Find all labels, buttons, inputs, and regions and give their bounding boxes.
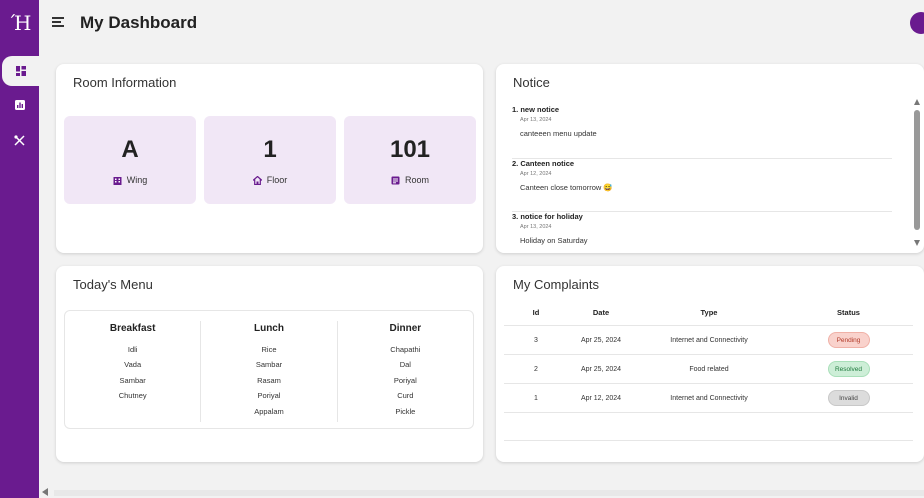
menu-column-heading: Lunch	[253, 323, 284, 334]
column-header-date: Date	[592, 308, 610, 317]
column-header-id: Id	[532, 308, 540, 317]
complaints-table: Id Date Type Status 3 Apr 25, 2024 Inter…	[504, 300, 913, 441]
notice-card: Notice 1. new notice Apr 13, 2024 cantee…	[496, 64, 924, 253]
notice-date: Apr 13, 2024	[520, 224, 552, 230]
todays-menu-card: Today's Menu Breakfast Idli Vada Sambar …	[56, 266, 483, 462]
status-badge: Resolved	[827, 361, 870, 377]
scroll-down-arrow-icon[interactable]	[914, 240, 920, 246]
scroll-left-arrow-icon[interactable]	[42, 488, 48, 496]
sidebar-item-dashboard[interactable]	[2, 56, 39, 86]
sidebar: Ή	[0, 0, 39, 498]
complaint-type: Internet and Connectivity	[670, 336, 748, 344]
table-row[interactable]: 3 Apr 25, 2024 Internet and Connectivity…	[504, 326, 913, 355]
menu-item: Poriyal	[257, 391, 281, 401]
horizontal-scrollbar[interactable]	[54, 490, 924, 496]
notice-list: 1. new notice Apr 13, 2024 canteeen menu…	[512, 105, 892, 253]
complaint-type: Internet and Connectivity	[670, 394, 748, 402]
notice-title: 2. Canteen notice	[512, 158, 575, 168]
complaint-date: Apr 25, 2024	[580, 336, 622, 344]
wing-value: A	[121, 136, 139, 163]
building-icon	[113, 176, 122, 185]
notice-title: 3. notice for holiday	[512, 212, 583, 221]
status-badge: Invalid	[827, 390, 870, 406]
complaint-date: Apr 12, 2024	[580, 394, 622, 402]
notice-body: Canteen close tomorrow 😅	[520, 182, 613, 192]
top-bar: My Dashboard	[39, 0, 924, 50]
menu-column-heading: Dinner	[389, 323, 422, 334]
notice-item[interactable]: 3. notice for holiday Apr 13, 2024 Holid…	[512, 212, 892, 253]
home-icon	[252, 175, 262, 185]
vertical-scrollbar[interactable]	[914, 110, 920, 230]
menu-column-breakfast: Breakfast Idli Vada Sambar Chutney	[65, 311, 200, 428]
menu-item: Chutney	[118, 391, 147, 401]
complaint-id: 2	[534, 365, 538, 373]
complaints-card-title: My Complaints	[513, 277, 599, 292]
menu-column-heading: Breakfast	[109, 323, 156, 334]
utensils-icon	[14, 134, 25, 146]
menu-item: Pickle	[395, 406, 416, 416]
table-header-row: Id Date Type Status	[504, 300, 913, 326]
menu-column-lunch: Lunch Rice Sambar Rasam Poriyal Appalam	[200, 321, 336, 422]
notice-body: canteeen menu update	[520, 129, 597, 138]
wing-label: Wing	[126, 175, 148, 185]
floor-value: 1	[263, 136, 277, 163]
column-header-type: Type	[700, 308, 718, 317]
notice-item[interactable]: 2. Canteen notice Apr 12, 2024 Canteen c…	[512, 158, 892, 212]
notice-body: Holiday on Saturday	[520, 236, 588, 245]
complaint-date: Apr 25, 2024	[580, 365, 622, 373]
room-tile: 101 Room	[344, 116, 476, 204]
room-information-card: Room Information A Wing 1 Floor 101 Room	[56, 64, 483, 253]
dashboard-icon	[15, 66, 26, 76]
menu-item: Chapathi	[390, 345, 421, 354]
room-card-title: Room Information	[73, 75, 177, 90]
page-title: My Dashboard	[80, 13, 198, 32]
room-value: 101	[389, 136, 431, 163]
wing-tile: A Wing	[64, 116, 196, 204]
notice-date: Apr 12, 2024	[520, 170, 552, 177]
status-badge: Pending	[827, 332, 870, 348]
notice-title: 1. new notice	[512, 105, 560, 114]
menu-table: Breakfast Idli Vada Sambar Chutney Lunch…	[64, 310, 474, 429]
sidebar-item-menu[interactable]	[0, 125, 39, 155]
app-logo: Ή	[10, 11, 32, 35]
menu-item: Dal	[399, 360, 411, 370]
column-header-status: Status	[837, 308, 860, 317]
menu-item: Curd	[397, 391, 414, 401]
floor-tile: 1 Floor	[204, 116, 336, 204]
floor-label: Floor	[266, 175, 288, 185]
complaint-id: 3	[534, 336, 538, 344]
avatar[interactable]	[910, 12, 924, 34]
menu-item: Rice	[261, 345, 277, 354]
table-footer-row	[504, 413, 913, 441]
menu-item: Idli	[127, 345, 138, 354]
room-icon	[391, 176, 400, 184]
menu-item: Vada	[124, 360, 142, 370]
notice-date: Apr 13, 2024	[520, 117, 552, 123]
complaint-type: Food related	[689, 365, 729, 373]
room-label: Room	[404, 175, 429, 185]
menu-item: Sambar	[119, 375, 146, 385]
menu-item: Rasam	[257, 375, 281, 385]
menu-item: Sambar	[255, 360, 283, 370]
table-row[interactable]: 1 Apr 12, 2024 Internet and Connectivity…	[504, 384, 913, 413]
notice-card-title: Notice	[513, 75, 550, 90]
table-row[interactable]: 2 Apr 25, 2024 Food related Resolved	[504, 355, 913, 384]
menu-card-title: Today's Menu	[73, 277, 153, 292]
my-complaints-card: My Complaints Id Date Type Status 3 Apr …	[496, 266, 924, 462]
menu-item: Appalam	[254, 406, 284, 416]
scroll-up-arrow-icon[interactable]	[914, 99, 920, 105]
menu-column-dinner: Dinner Chapathi Dal Poriyal Curd Pickle	[336, 321, 473, 422]
notice-item[interactable]: 1. new notice Apr 13, 2024 canteeen menu…	[512, 105, 892, 159]
hamburger-menu-icon[interactable]	[52, 17, 64, 29]
sidebar-item-reports[interactable]	[0, 90, 39, 120]
menu-item: Poriyal	[393, 375, 417, 385]
complaint-id: 1	[534, 394, 538, 402]
bar-chart-icon	[14, 100, 25, 110]
